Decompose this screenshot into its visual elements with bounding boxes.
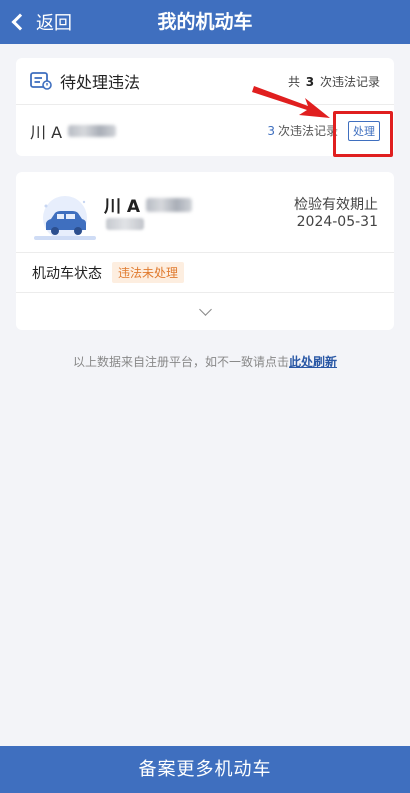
register-more-vehicles-button[interactable]: 备案更多机动车 bbox=[0, 746, 410, 793]
vehicle-status-row: 机动车状态 违法未处理 bbox=[16, 252, 394, 292]
total-suffix: 次违法记录 bbox=[319, 74, 380, 89]
vehicle-plate: 川 A bbox=[30, 119, 62, 143]
status-label: 机动车状态 bbox=[32, 265, 102, 282]
inspection-date: 2024-05-31 bbox=[296, 214, 378, 230]
violation-count-suffix: 次违法记录 bbox=[277, 124, 338, 138]
total-count: 3 bbox=[305, 74, 315, 89]
pending-violations-card: 待处理违法 共 3 次违法记录 川 A 3 次违法记录 处理 bbox=[16, 58, 394, 157]
car-subtitle-redacted bbox=[106, 218, 144, 230]
violation-count: 3 bbox=[267, 124, 275, 138]
status-badge: 违法未处理 bbox=[112, 262, 185, 283]
vehicle-violation-count: 3 次违法记录 bbox=[267, 122, 338, 139]
refresh-link[interactable]: 此处刷新 bbox=[289, 355, 337, 369]
vehicle-card: 川 A 检验有效期止 2024-05-31 机动车状态 违法未处理 bbox=[16, 172, 394, 330]
plate-prefix: 川 A bbox=[30, 122, 63, 142]
car-icon bbox=[34, 196, 96, 240]
pending-total-count: 共 3 次违法记录 bbox=[288, 73, 380, 90]
plate-redacted bbox=[68, 124, 117, 137]
pending-title: 待处理违法 bbox=[60, 73, 141, 92]
car-plate-redacted bbox=[146, 197, 193, 212]
back-button[interactable]: 返回 bbox=[10, 0, 72, 44]
inspection-label: 检验有效期止 bbox=[294, 197, 378, 213]
pending-header: 待处理违法 共 3 次违法记录 bbox=[16, 58, 394, 104]
car-plate-prefix: 川 A bbox=[104, 197, 141, 217]
back-label: 返回 bbox=[36, 13, 72, 34]
total-prefix: 共 bbox=[287, 74, 300, 89]
notice-text: 以上数据来自注册平台，如不一致请点击 bbox=[72, 355, 289, 369]
data-source-notice: 以上数据来自注册平台，如不一致请点击此处刷新 bbox=[0, 353, 410, 370]
handle-button[interactable]: 处理 bbox=[333, 110, 393, 157]
car-plate: 川 A bbox=[104, 192, 193, 217]
chevron-down-icon bbox=[198, 303, 212, 316]
violation-vehicle-row: 川 A 3 次违法记录 处理 bbox=[16, 105, 394, 157]
expand-toggle[interactable] bbox=[16, 292, 394, 330]
document-icon bbox=[30, 72, 52, 90]
top-nav-bar: 返回 我的机动车 bbox=[0, 0, 410, 44]
chevron-left-icon bbox=[11, 13, 29, 31]
